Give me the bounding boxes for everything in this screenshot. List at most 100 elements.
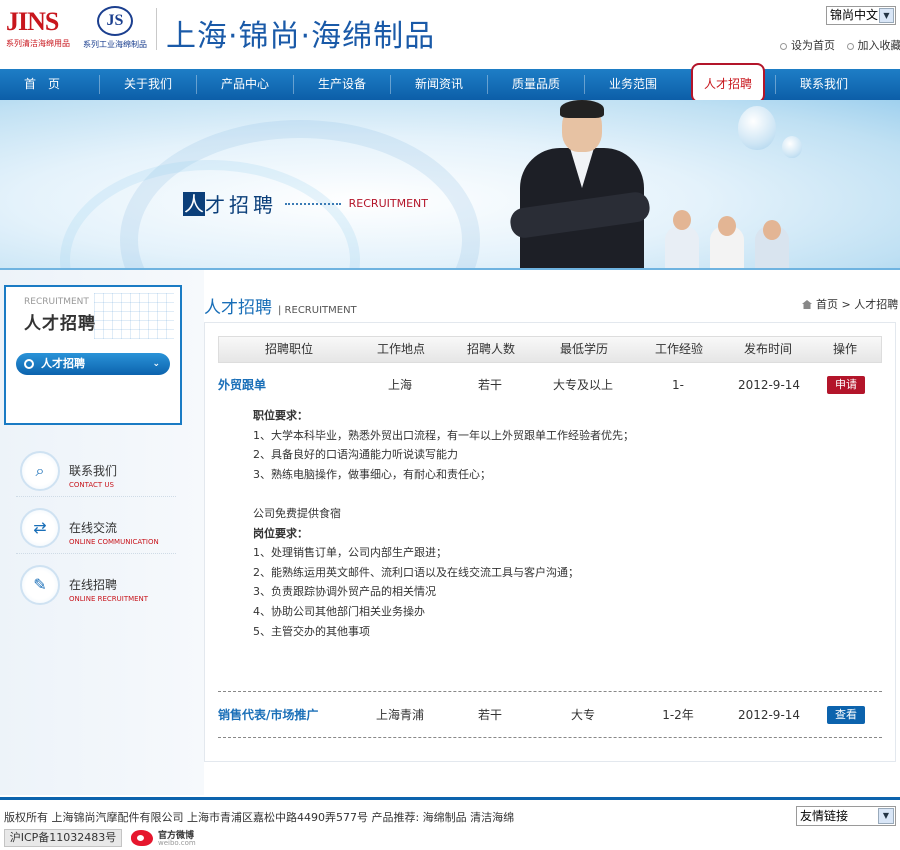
- sidebar-grid-decoration: [94, 293, 174, 339]
- quick-links: 设为首页 加入收藏: [780, 37, 900, 53]
- nav-business[interactable]: 业务范围: [585, 69, 681, 100]
- sidebar-link-sublabel: ONLINE COMMUNICATION: [69, 538, 159, 546]
- sidebar-item-label: 人才招聘: [41, 357, 85, 370]
- balloon-icon: [782, 136, 802, 158]
- sidebar-link-label: 在线交流: [69, 521, 118, 535]
- sidebar-link-label: 在线招聘: [69, 578, 118, 592]
- job-education: 大专: [570, 708, 595, 722]
- add-favorite-label: 加入收藏: [857, 39, 900, 52]
- chevron-down-icon: ▼: [879, 8, 894, 23]
- description-line: 2、具备良好的口语沟通能力听说读写能力: [253, 448, 458, 462]
- description-line: 1、大学本科毕业，熟悉外贸出口流程，有一年以上外贸跟单工作经验者优先；: [253, 428, 634, 442]
- job-experience: 1-2年: [662, 708, 694, 722]
- table-row: 销售代表/市场推广 上海青浦 若干 大专 1-2年 2012-9-14 查看: [218, 703, 882, 727]
- column-header: 操作: [832, 342, 857, 356]
- icp-badge[interactable]: 沪ICP备11032483号: [4, 829, 122, 847]
- column-header: 工作经验: [654, 342, 703, 356]
- weibo-link[interactable]: 官方微博 weibo.com: [131, 828, 201, 848]
- banner-dots: [284, 202, 341, 205]
- sidebar-title-cn: 人才招聘: [24, 314, 96, 334]
- language-select[interactable]: 锦尚中文 ▼: [826, 6, 896, 25]
- row-divider: [218, 737, 882, 738]
- nav-news[interactable]: 新闻资讯: [391, 69, 487, 100]
- jins-logo-mark: JINS: [6, 7, 59, 36]
- sidebar-category-box: RECRUITMENT 人才招聘 人才招聘 ⌄: [4, 285, 182, 425]
- job-date: 2012-9-14: [737, 378, 801, 392]
- home-icon: [802, 300, 812, 309]
- nav-recruitment[interactable]: 人才招聘: [691, 63, 765, 103]
- friend-links-select[interactable]: 友情链接 ▼: [796, 806, 896, 826]
- team-photo: [655, 210, 805, 268]
- banner-title-en: RECRUITMENT: [348, 197, 428, 210]
- sidebar-link-online-chat[interactable]: ⇄ 在线交流 ONLINE COMMUNICATION: [16, 502, 176, 554]
- view-button[interactable]: 查看: [827, 706, 865, 724]
- footer: 版权所有 上海锦尚汽摩配件有限公司 上海市青浦区嘉松中路4490弄577号 产品…: [0, 800, 900, 850]
- job-location: 上海: [387, 378, 412, 392]
- column-header: 招聘职位: [264, 342, 313, 356]
- row-divider: [218, 691, 882, 692]
- page-title-cn: 人才招聘: [204, 298, 272, 318]
- column-header: 工作地点: [376, 342, 425, 356]
- job-position-link[interactable]: 销售代表/市场推广: [218, 703, 348, 727]
- table-row: 外贸跟单 上海 若干 大专及以上 1- 2012-9-14 申请: [218, 373, 882, 397]
- jins-logo[interactable]: JINS 系列清洁海绵用品: [6, 7, 76, 49]
- nav-about[interactable]: 关于我们: [100, 69, 196, 100]
- js-logo-caption: 系列工业海绵制品: [83, 40, 147, 49]
- page-title-en: | RECRUITMENT: [278, 305, 357, 316]
- banner-title-rest: 才招聘: [205, 193, 277, 217]
- job-position-link[interactable]: 外贸跟单: [218, 373, 348, 397]
- job-experience: 1-: [672, 378, 684, 392]
- sidebar-link-online-recruitment[interactable]: ✎ 在线招聘 ONLINE RECRUITMENT: [16, 559, 176, 611]
- nav-products[interactable]: 产品中心: [197, 69, 293, 100]
- sidebar-link-sublabel: ONLINE RECRUITMENT: [69, 595, 149, 603]
- description-line: 5、主管交办的其他事项: [253, 624, 370, 638]
- nav-equipment[interactable]: 生产设备: [294, 69, 390, 100]
- friend-links-value: 友情链接: [800, 809, 849, 823]
- description-line: 3、负责跟踪协调外贸产品的相关情况: [253, 585, 436, 599]
- job-count: 若干: [477, 378, 502, 392]
- sidebar-link-label: 联系我们: [69, 464, 118, 478]
- job-count: 若干: [477, 708, 502, 722]
- circle-icon: [24, 359, 34, 369]
- nav-quality[interactable]: 质量品质: [488, 69, 584, 100]
- add-favorite-link[interactable]: 加入收藏: [846, 39, 900, 52]
- page-title: 人才招聘 | RECRUITMENT: [204, 293, 357, 318]
- header: JINS 系列清洁海绵用品 JS 系列工业海绵制品 上海·锦尚·海绵制品 锦尚中…: [0, 0, 900, 68]
- language-select-value: 锦尚中文: [830, 8, 879, 22]
- job-education: 大专及以上: [552, 378, 613, 392]
- jins-logo-caption: 系列清洁海绵用品: [6, 39, 70, 48]
- radio-dot-icon: [780, 43, 787, 50]
- sidebar-item-recruitment[interactable]: 人才招聘 ⌄: [16, 353, 170, 375]
- set-home-label: 设为首页: [791, 39, 835, 52]
- description-line: 岗位要求：: [253, 526, 308, 540]
- magnifier-icon: ⌕: [20, 451, 60, 491]
- photo-face: [673, 210, 691, 230]
- job-description: 职位要求： 1、大学本科毕业，熟悉外贸出口流程，有一年以上外贸跟单工作经验者优先…: [253, 406, 853, 641]
- chevron-down-icon: ⌄: [152, 359, 160, 369]
- js-logo[interactable]: JS 系列工业海绵制品: [80, 6, 150, 50]
- column-header: 最低学历: [559, 342, 608, 356]
- businessman-photo: [508, 100, 652, 268]
- job-location: 上海青浦: [375, 708, 424, 722]
- sidebar-link-contact[interactable]: ⌕ 联系我们 CONTACT US: [16, 445, 176, 497]
- logo-divider: [156, 8, 157, 50]
- nav-contact[interactable]: 联系我们: [776, 69, 872, 100]
- column-header: 发布时间: [743, 342, 792, 356]
- description-line: 公司免费提供食宿: [253, 506, 341, 520]
- weibo-icon: [131, 830, 153, 846]
- description-line: 1、处理销售订单，公司内部生产跟进；: [253, 546, 447, 560]
- nav-home[interactable]: 首 页: [0, 69, 84, 100]
- description-line: [253, 484, 853, 504]
- photo-face: [718, 216, 736, 236]
- breadcrumb-home[interactable]: 首页: [816, 298, 838, 311]
- column-header: 招聘人数: [466, 342, 515, 356]
- chevron-down-icon: ▼: [878, 808, 894, 824]
- apply-button[interactable]: 申请: [827, 376, 865, 394]
- description-line: 职位要求：: [253, 409, 308, 422]
- chat-icon: ⇄: [20, 508, 60, 548]
- sidebar-link-sublabel: CONTACT US: [69, 481, 114, 489]
- set-home-link[interactable]: 设为首页: [780, 39, 835, 52]
- banner-title: 人才招聘 RECRUITMENT: [183, 189, 428, 218]
- jobs-table-header: 招聘职位 工作地点 招聘人数 最低学历 工作经验 发布时间 操作: [218, 336, 882, 363]
- banner-title-first: 人: [183, 191, 205, 216]
